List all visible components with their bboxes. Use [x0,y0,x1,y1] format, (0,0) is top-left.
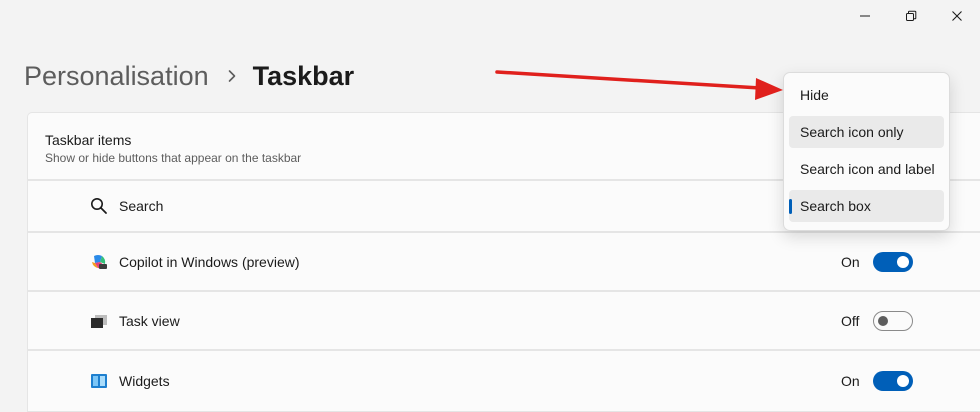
section-subtitle: Show or hide buttons that appear on the … [45,151,302,165]
minimize-icon [860,15,870,17]
breadcrumb: Personalisation Taskbar [24,56,354,96]
close-button[interactable] [934,0,980,32]
dropdown-option-search-box[interactable]: Search box [789,190,944,222]
option-label: Hide [800,87,829,103]
breadcrumb-parent-link[interactable]: Personalisation [24,61,209,92]
task-view-setting-row[interactable]: Task view Off [27,291,980,350]
widgets-setting-row[interactable]: Widgets On [27,350,980,412]
option-label: Search icon only [800,124,904,140]
dropdown-option-hide[interactable]: Hide [789,79,944,111]
copilot-toggle[interactable] [873,251,913,272]
option-label: Search box [800,198,871,214]
search-mode-dropdown[interactable]: Hide Search icon only Search icon and la… [783,72,950,231]
search-label: Search [119,198,164,214]
option-label: Search icon and label [800,161,935,177]
page-title: Taskbar [252,60,355,91]
task-view-icon [90,312,108,330]
widgets-icon [90,372,108,390]
close-icon [952,11,962,21]
copilot-label: Copilot in Windows (preview) [119,253,300,270]
search-icon [90,197,108,215]
chevron-right-icon [227,69,237,83]
task-view-state-text: Off [841,312,860,329]
toggle-knob [878,315,888,326]
selection-indicator [789,199,792,214]
minimize-button[interactable] [842,0,888,32]
section-title: Taskbar items [45,132,132,148]
task-view-toggle[interactable] [873,310,913,331]
widgets-toggle[interactable] [873,371,913,391]
task-view-label: Task view [119,312,180,329]
toggle-knob [897,375,909,387]
copilot-setting-row[interactable]: Copilot in Windows (preview) On [27,232,980,291]
restore-button[interactable] [888,0,934,32]
toggle-knob [897,255,909,268]
restore-icon [906,10,917,21]
copilot-state-text: On [841,253,860,270]
widgets-label: Widgets [119,373,170,389]
widgets-state-text: On [841,373,860,389]
dropdown-option-search-icon-only[interactable]: Search icon only [789,116,944,148]
dropdown-option-search-icon-and-label[interactable]: Search icon and label [789,153,944,185]
copilot-icon [90,253,108,271]
